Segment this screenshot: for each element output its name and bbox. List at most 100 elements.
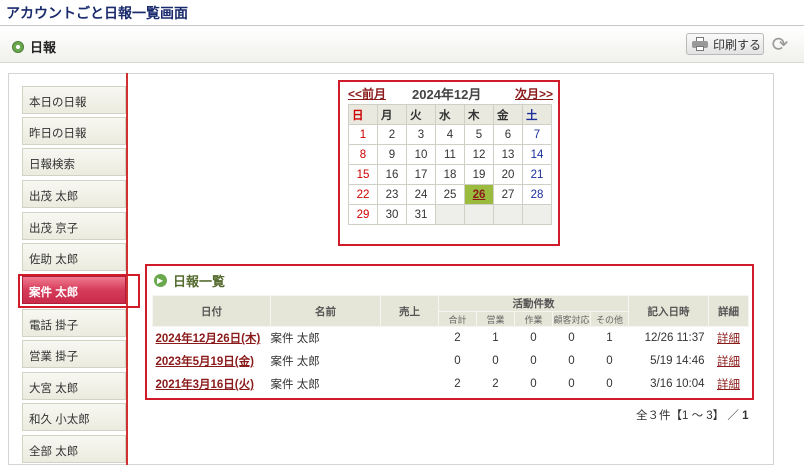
report-other: 0 — [606, 378, 613, 390]
refresh-icon[interactable]: ⟳ — [768, 33, 792, 57]
calendar-day: 5 — [464, 124, 494, 145]
today-link[interactable]: 26 — [473, 189, 486, 201]
report-detail-link[interactable]: 詳細 — [709, 373, 749, 396]
calendar-day: 27 — [493, 184, 523, 205]
calendar-day: 13 — [493, 144, 523, 165]
calendar-day-today[interactable]: 26 — [464, 184, 494, 205]
calendar-day-empty — [493, 204, 523, 225]
column-header-sales: 売上 — [380, 295, 439, 327]
sidebar-item-yesterday[interactable]: 昨日の日報 — [22, 117, 126, 145]
report-eigyo: 0 — [492, 355, 499, 367]
report-date-link[interactable]: 2024年12月26日(木) — [153, 327, 271, 350]
calendar-day: 31 — [406, 204, 436, 225]
sidebar-item-account[interactable]: 佐助 太郎 — [22, 243, 126, 271]
report-sagyo: 0 — [530, 332, 537, 345]
calendar-day: 19 — [464, 164, 494, 185]
column-header-detail: 詳細 — [708, 295, 749, 327]
calendar-day: 1 — [348, 124, 378, 145]
title-divider — [0, 25, 804, 26]
calendar-day: 11 — [435, 144, 465, 165]
calendar: <<前月 2024年12月 次月>> 日 月 火 水 木 金 土 1 2 3 4… — [338, 80, 560, 246]
report-other: 1 — [606, 332, 613, 345]
report-written-at: 12/26 11:37 — [644, 332, 705, 345]
report-written-at: 5/19 14:46 — [650, 355, 705, 367]
calendar-day: 21 — [522, 164, 552, 185]
calendar-day: 20 — [493, 164, 523, 185]
sidebar-item-account[interactable]: 営業 掛子 — [22, 340, 126, 368]
weekday-header: 日 — [348, 104, 378, 125]
calendar-day: 25 — [435, 184, 465, 205]
weekday-header: 土 — [522, 104, 552, 125]
sidebar-item-search[interactable]: 日報検索 — [22, 148, 126, 176]
sidebar-item-account[interactable]: 電話 掛子 — [22, 309, 126, 337]
printer-icon — [692, 37, 708, 51]
calendar-day: 10 — [406, 144, 436, 165]
sidebar-item-account[interactable]: 出茂 京子 — [22, 212, 126, 240]
active-item-highlight — [18, 274, 140, 308]
pagination-summary: 全３件【1 ～ 3】 — [636, 410, 725, 422]
column-header-eigyo: 営業 — [476, 311, 515, 327]
report-sagyo: 0 — [530, 378, 537, 390]
column-header-name: 名前 — [270, 295, 381, 327]
section-title: 日報 — [30, 40, 57, 55]
sidebar-item-account[interactable]: 全部 太郎 — [22, 435, 126, 463]
column-header-other: その他 — [590, 311, 629, 327]
calendar-title: 2024年12月 — [412, 87, 482, 102]
report-eigyo: 2 — [492, 378, 499, 390]
report-date-link[interactable]: 2021年3月16日(火) — [153, 373, 271, 396]
pagination-slash: ／ — [727, 410, 739, 422]
section-header: 日報 印刷する ⟳ — [0, 27, 804, 63]
weekday-header: 水 — [435, 104, 465, 125]
report-sales — [381, 350, 439, 373]
report-kokyaku: 0 — [568, 332, 575, 345]
table-row: 2021年3月16日(火) 案件 太郎 2 2 0 0 0 3/16 10:04… — [153, 373, 749, 396]
arrow-circle-icon — [154, 274, 167, 287]
report-name: 案件 太郎 — [270, 379, 320, 391]
sidebar-item-today[interactable]: 本日の日報 — [22, 86, 126, 114]
table-row: 2023年5月19日(金) 案件 太郎 0 0 0 0 0 5/19 14:46… — [153, 350, 749, 373]
report-list-title: 日報一覧 — [173, 274, 226, 289]
prev-month-link[interactable]: <<前月 — [348, 85, 386, 102]
sidebar-item-account[interactable]: 大宮 太郎 — [22, 372, 126, 400]
pagination: 全３件【1 ～ 3】 ／ 1 — [636, 407, 749, 423]
report-name: 案件 太郎 — [270, 356, 320, 368]
calendar-day: 2 — [377, 124, 407, 145]
calendar-day: 4 — [435, 124, 465, 145]
table-row: 2024年12月26日(木) 案件 太郎 2 1 0 0 1 12/26 11:… — [153, 327, 749, 350]
report-detail-link[interactable]: 詳細 — [709, 327, 749, 350]
calendar-day: 22 — [348, 184, 378, 205]
report-total: 0 — [454, 355, 461, 367]
report-total: 2 — [454, 378, 461, 390]
calendar-day: 28 — [522, 184, 552, 205]
weekday-header: 月 — [377, 104, 407, 125]
pagination-page: 1 — [742, 410, 749, 422]
print-button[interactable]: 印刷する — [686, 33, 764, 55]
column-header-total: 合計 — [438, 311, 477, 327]
print-button-label: 印刷する — [713, 37, 762, 52]
calendar-grid: 日 月 火 水 木 金 土 1 2 3 4 5 6 7 8 9 10 11 12… — [348, 104, 552, 225]
calendar-day: 12 — [464, 144, 494, 165]
report-date-link[interactable]: 2023年5月19日(金) — [153, 350, 271, 373]
column-header-activity: 活動件数 — [438, 295, 629, 312]
report-table: 日付 名前 売上 活動件数 記入日時 詳細 合計 営業 作業 顧客対応 その他 … — [152, 295, 749, 396]
report-sales — [381, 327, 439, 350]
report-written-at: 3/16 10:04 — [650, 378, 705, 390]
calendar-day: 8 — [348, 144, 378, 165]
column-header-date: 日付 — [152, 295, 271, 327]
weekday-header: 火 — [406, 104, 436, 125]
calendar-day: 6 — [493, 124, 523, 145]
calendar-day: 15 — [348, 164, 378, 185]
sidebar-divider — [126, 73, 128, 465]
report-other: 0 — [606, 355, 613, 367]
next-month-link[interactable]: 次月>> — [515, 85, 553, 102]
report-total: 2 — [454, 332, 461, 345]
sidebar-item-account[interactable]: 出茂 太郎 — [22, 180, 126, 208]
sidebar-item-account[interactable]: 和久 小太郎 — [22, 403, 126, 431]
calendar-day: 14 — [522, 144, 552, 165]
report-kokyaku: 0 — [568, 355, 575, 367]
report-detail-link[interactable]: 詳細 — [709, 350, 749, 373]
weekday-header: 金 — [493, 104, 523, 125]
page-title: アカウントごと日報一覧画面 — [6, 5, 188, 21]
calendar-day: 30 — [377, 204, 407, 225]
calendar-day: 9 — [377, 144, 407, 165]
